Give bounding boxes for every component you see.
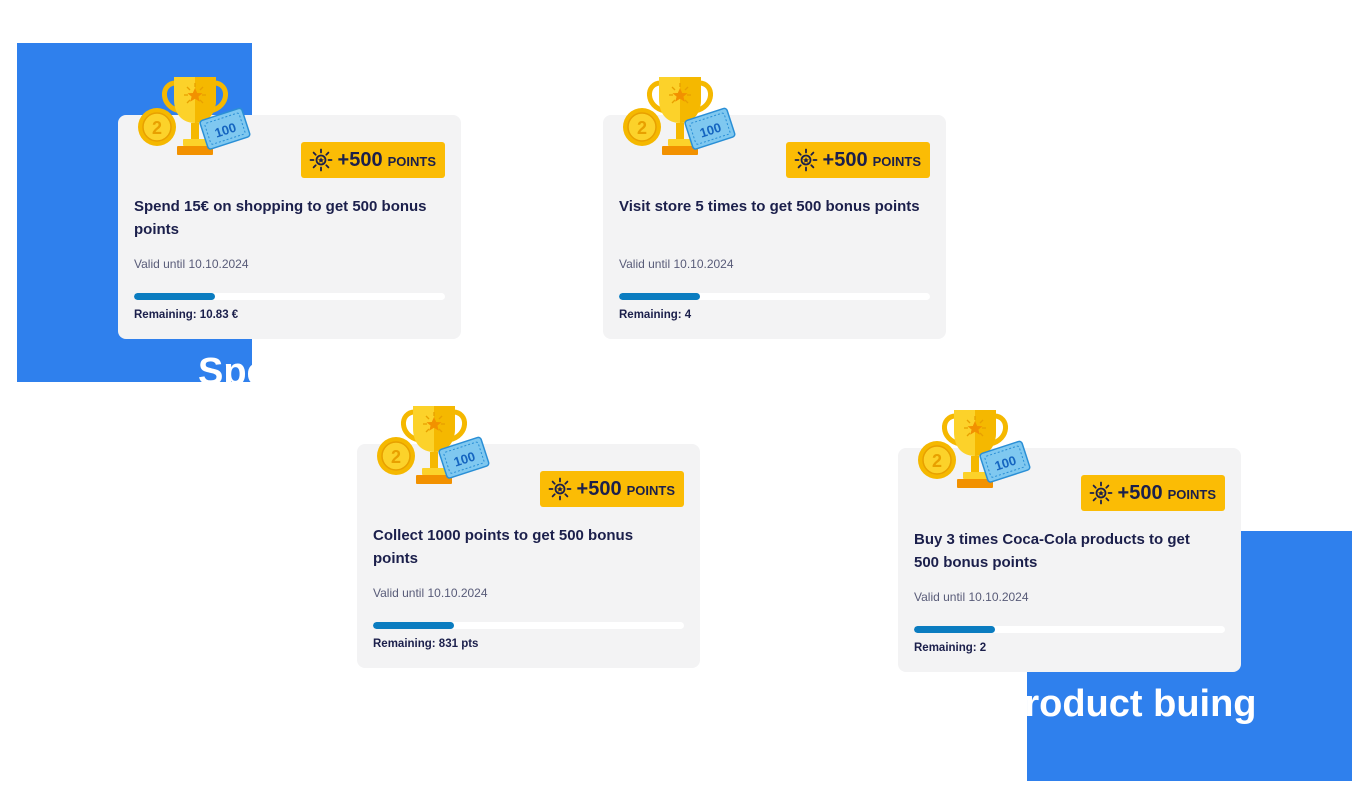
sun-points-icon — [548, 477, 572, 501]
challenge-card[interactable]: +500 POINTS Buy 3 times Coca-Cola produc… — [898, 448, 1241, 672]
challenge-title: Visit store 5 times to get 500 bonus poi… — [619, 198, 920, 215]
sun-points-icon — [1089, 481, 1113, 505]
trophy-coin-ticket-icon — [621, 69, 739, 165]
valid-until: Valid until 10.10.2024 — [619, 257, 734, 271]
badge-unit: POINTS — [387, 154, 436, 169]
points-badge: +500 POINTS — [539, 471, 684, 507]
trophy-coin-ticket-icon — [375, 398, 493, 494]
challenge-card[interactable]: +500 POINTS Collect 1000 points to get 5… — [357, 444, 700, 668]
badge-amount: +500 — [822, 148, 868, 171]
badge-unit: POINTS — [626, 483, 675, 498]
remaining-text: Remaining: 831 pts — [373, 638, 479, 650]
trophy-coin-ticket-icon — [916, 402, 1034, 498]
challenge-card[interactable]: +500 POINTS Spend 15€ on shopping to get… — [118, 115, 461, 339]
badge-amount: +500 — [576, 477, 622, 500]
progress-track — [134, 293, 445, 300]
progress-fill — [619, 293, 700, 300]
remaining-text: Remaining: 10.83 € — [134, 309, 239, 321]
points-badge: +500 POINTS — [1080, 475, 1225, 511]
challenge-card[interactable]: +500 POINTS Visit store 5 times to get 5… — [603, 115, 946, 339]
challenge-title: Buy 3 times Coca-Cola products to get 50… — [914, 531, 1190, 571]
points-badge: +500 POINTS — [785, 142, 930, 178]
badge-amount: +500 — [337, 148, 383, 171]
remaining-text: Remaining: 4 — [619, 309, 692, 321]
sun-points-icon — [309, 148, 333, 172]
badge-amount: +500 — [1117, 481, 1163, 504]
progress-track — [619, 293, 930, 300]
background-heading-product: Product buing — [1027, 683, 1257, 725]
sun-points-icon — [794, 148, 818, 172]
valid-until: Valid until 10.10.2024 — [914, 590, 1029, 604]
progress-fill — [134, 293, 215, 300]
valid-until: Valid until 10.10.2024 — [134, 257, 249, 271]
trophy-coin-ticket-icon — [136, 69, 254, 165]
badge-unit: POINTS — [872, 154, 921, 169]
progress-track — [914, 626, 1225, 633]
progress-fill — [373, 622, 454, 629]
valid-until: Valid until 10.10.2024 — [373, 586, 488, 600]
challenge-title: Spend 15€ on shopping to get 500 bonus p… — [134, 198, 427, 238]
progress-track — [373, 622, 684, 629]
progress-fill — [914, 626, 995, 633]
badge-unit: POINTS — [1167, 487, 1216, 502]
remaining-text: Remaining: 2 — [914, 642, 987, 654]
points-badge: +500 POINTS — [300, 142, 445, 178]
challenge-title: Collect 1000 points to get 500 bonus poi… — [373, 527, 634, 567]
background-heading-spend: Spend — [198, 351, 252, 382]
